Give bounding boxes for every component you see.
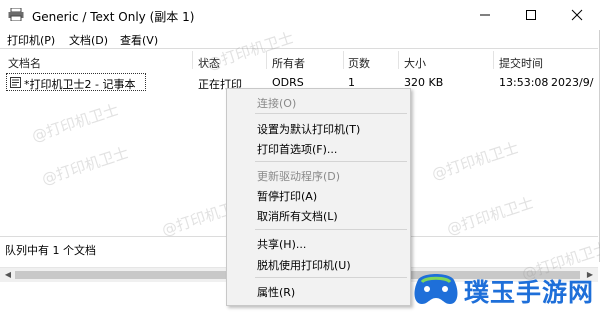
menu-view[interactable]: 查看(V): [120, 32, 158, 48]
menu-item-cancel-all[interactable]: 取消所有文档(L): [257, 208, 338, 224]
minimize-button[interactable]: [462, 0, 508, 30]
close-icon: [571, 9, 583, 21]
document-icon: [10, 77, 21, 88]
menu-separator: [255, 277, 407, 278]
row-time: 13:53:08: [499, 76, 549, 89]
menu-separator: [255, 229, 407, 230]
game-controller-logo-icon: [414, 274, 458, 304]
menu-separator: [255, 161, 407, 162]
menu-printer[interactable]: 打印机(P): [7, 32, 55, 48]
column-header-status[interactable]: 状态: [198, 55, 220, 71]
minimize-icon: [480, 14, 490, 16]
menu-item-share[interactable]: 共享(H)...: [257, 236, 306, 252]
menu-bar: 打印机(P) 文档(D) 查看(V): [0, 30, 600, 48]
row-date: 2023/9/: [551, 76, 594, 89]
brand-watermark: 璞玉手游网: [412, 262, 600, 317]
column-divider[interactable]: [192, 51, 193, 69]
menu-item-update-driver: 更新驱动程序(D): [257, 170, 341, 183]
column-divider[interactable]: [266, 51, 267, 69]
brand-name: 璞玉手游网: [464, 278, 595, 307]
queue-status-text: 队列中有 1 个文档: [5, 244, 96, 257]
column-header-size[interactable]: 大小: [404, 55, 426, 71]
menu-document[interactable]: 文档(D): [69, 32, 108, 48]
printer-icon: [8, 8, 24, 21]
column-divider[interactable]: [493, 51, 494, 69]
maximize-icon: [526, 10, 536, 20]
menu-item-use-offline[interactable]: 脱机使用打印机(U): [257, 257, 351, 273]
menu-item-preferences[interactable]: 打印首选项(F)...: [257, 141, 337, 157]
menu-item-connect: 连接(O): [257, 97, 297, 110]
maximize-button[interactable]: [508, 0, 554, 30]
column-header-owner[interactable]: 所有者: [272, 55, 305, 71]
window-title: Generic / Text Only (副本 1): [32, 10, 195, 24]
menu-item-set-default[interactable]: 设置为默认打印机(T): [257, 121, 360, 137]
column-header-name[interactable]: 文档名: [8, 55, 41, 71]
column-header-time[interactable]: 提交时间: [499, 55, 543, 71]
menu-separator: [255, 113, 407, 114]
column-divider[interactable]: [343, 51, 344, 69]
menu-item-pause[interactable]: 暂停打印(A): [257, 188, 317, 204]
menu-item-properties[interactable]: 属性(R): [257, 284, 295, 300]
title-bar[interactable]: Generic / Text Only (副本 1): [0, 0, 600, 30]
column-divider[interactable]: [398, 51, 399, 69]
scroll-left-arrow-icon[interactable]: ◀: [3, 271, 13, 279]
context-menu: 连接(O) 设置为默认打印机(T) 打印首选项(F)... 更新驱动程序(D) …: [226, 88, 411, 306]
close-button[interactable]: [554, 0, 600, 30]
column-header-pages[interactable]: 页数: [348, 55, 370, 71]
row-document-name: *打印机卫士2 - 记事本: [24, 78, 136, 91]
